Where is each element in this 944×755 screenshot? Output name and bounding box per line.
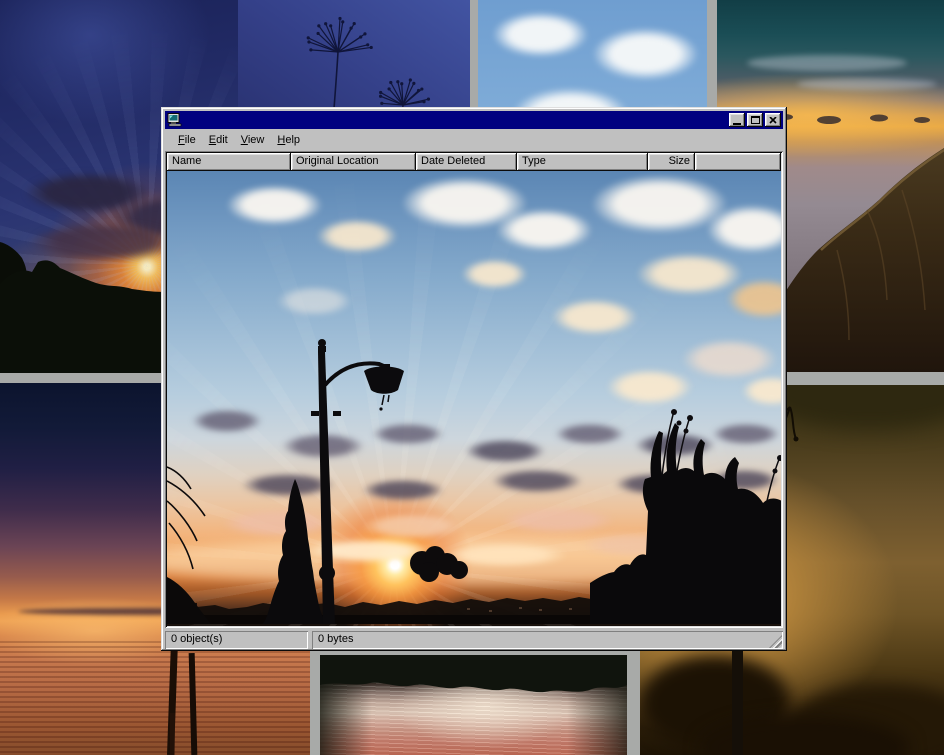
cloud (493, 12, 588, 57)
treeline-reflection (320, 655, 627, 755)
close-button[interactable] (765, 113, 781, 127)
column-header-date-deleted[interactable]: Date Deleted (416, 153, 517, 171)
resize-grip[interactable] (769, 635, 782, 648)
close-icon (769, 117, 777, 124)
desktop: FileEditViewHelp NameOriginal LocationDa… (0, 0, 944, 755)
column-header-size[interactable]: Size (648, 153, 695, 171)
status-object-count: 0 object(s) (165, 631, 308, 649)
wallpaper-water-reflection-photo (320, 655, 627, 755)
status-size: 0 bytes (312, 631, 783, 649)
column-header-blank[interactable] (695, 153, 781, 171)
column-header-name[interactable]: Name (167, 153, 291, 171)
title-bar[interactable] (165, 111, 783, 129)
menu-bar: FileEditViewHelp (165, 129, 783, 151)
menu-item-help[interactable]: Help (271, 132, 307, 149)
status-size-text: 0 bytes (318, 633, 353, 645)
status-bar: 0 object(s) 0 bytes (165, 631, 783, 649)
menu-item-edit[interactable]: Edit (203, 132, 235, 149)
minimize-icon (733, 123, 741, 125)
menu-item-file[interactable]: File (172, 132, 203, 149)
maximize-icon (751, 116, 760, 124)
computer-icon (167, 113, 183, 127)
caption-buttons (727, 113, 781, 127)
column-header-type[interactable]: Type (517, 153, 648, 171)
cloud (593, 28, 698, 80)
recycle-bin-window: FileEditViewHelp NameOriginal LocationDa… (161, 107, 787, 651)
menu-item-view[interactable]: View (235, 132, 272, 149)
column-header-row: NameOriginal LocationDate DeletedTypeSiz… (167, 153, 781, 171)
listview-body-photo[interactable] (167, 171, 781, 626)
silhouette-layer (167, 171, 781, 624)
maximize-button[interactable] (747, 113, 763, 127)
minimize-button[interactable] (729, 113, 745, 127)
list-view: NameOriginal LocationDate DeletedTypeSiz… (165, 151, 783, 628)
column-header-original-location[interactable]: Original Location (291, 153, 416, 171)
